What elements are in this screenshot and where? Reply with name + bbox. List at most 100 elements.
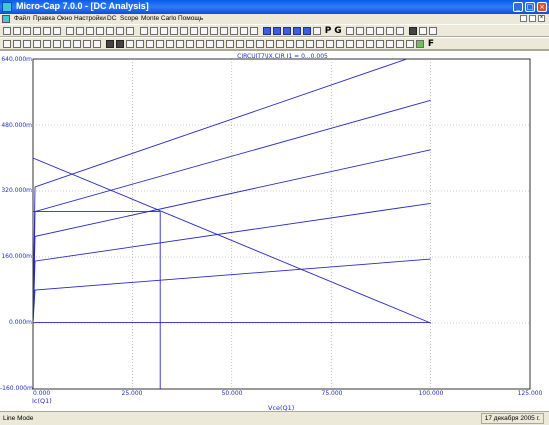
rectangle-icon[interactable] [156,40,164,48]
menu-file[interactable]: Файл [14,15,30,22]
top-icon[interactable] [326,40,334,48]
rotate-icon[interactable] [150,27,158,35]
minor-grid-icon[interactable] [176,40,184,48]
arrow-right-icon[interactable] [230,27,238,35]
stop-icon[interactable] [116,40,124,48]
peak-icon[interactable] [236,40,244,48]
window-horizontal-icon[interactable] [293,27,301,35]
zoom-fit-icon[interactable] [210,27,218,35]
text-tag-icon[interactable] [93,40,101,48]
inductor-icon[interactable] [376,27,384,35]
grid-toggle-icon[interactable] [166,40,174,48]
zoom-out-icon[interactable] [406,40,414,48]
mdi-restore-icon[interactable] [529,15,536,22]
global-high-icon[interactable] [286,40,294,48]
capacitor-icon[interactable] [366,27,374,35]
plot-area[interactable]: CIRCUIT7\IX.CIR I1 = 0...0.005 640.000m … [0,50,549,412]
close-button[interactable]: × [537,2,547,12]
run-icon[interactable] [106,40,114,48]
bottom-icon[interactable] [316,40,324,48]
slope-icon[interactable] [306,40,314,48]
window-cascade-icon[interactable] [273,27,281,35]
pan-icon[interactable] [43,40,51,48]
rise-icon[interactable] [336,40,344,48]
tokens-icon[interactable] [196,40,204,48]
menu-settings[interactable]: Настройки [74,15,106,22]
resistor-icon[interactable] [356,27,364,35]
new-icon[interactable] [3,27,11,35]
flip-y-icon[interactable] [170,27,178,35]
save-all-icon[interactable] [33,27,41,35]
transistor-icon[interactable] [396,27,404,35]
menu-scope[interactable]: Scope [120,15,138,22]
line-icon[interactable] [136,40,144,48]
valley-icon[interactable] [246,40,254,48]
find-icon[interactable] [126,27,134,35]
zoom-in-icon[interactable] [396,40,404,48]
p-button[interactable]: P [324,27,332,36]
fall-icon[interactable] [346,40,354,48]
mdi-minimize-icon[interactable] [520,15,527,22]
select-all-icon[interactable] [140,27,148,35]
mirror-icon[interactable] [180,27,188,35]
scale-icon[interactable] [33,40,41,48]
dc-analysis-plot[interactable] [0,51,549,412]
open-icon[interactable] [13,27,21,35]
cursor-left-icon[interactable] [216,40,224,48]
window-vertical-icon[interactable] [303,27,311,35]
graph-icon[interactable] [23,40,31,48]
preview-icon[interactable] [53,27,61,35]
chart-icon[interactable] [429,27,437,35]
delete-icon[interactable] [116,27,124,35]
cursor-right-icon[interactable] [226,40,234,48]
window-split-icon[interactable] [283,27,291,35]
step-text-icon[interactable] [200,27,208,35]
table-icon[interactable] [419,27,427,35]
component-icon[interactable] [346,27,354,35]
menu-window[interactable]: Окно [57,15,72,22]
copy-icon[interactable] [96,27,104,35]
arrow-left-icon[interactable] [220,27,228,35]
g-button[interactable]: G [334,27,342,36]
low-icon[interactable] [266,40,274,48]
paste-icon[interactable] [106,27,114,35]
scale-fit-icon[interactable] [386,40,394,48]
horizontal-tag-icon[interactable] [73,40,81,48]
select-arrow-icon[interactable] [3,40,11,48]
axis-icon[interactable] [186,40,194,48]
go-to-branch-icon[interactable] [376,40,384,48]
diode-icon[interactable] [386,27,394,35]
text-cursor-icon[interactable] [13,40,21,48]
global-low-icon[interactable] [296,40,304,48]
go-to-y-icon[interactable] [366,40,374,48]
diagonal-line-icon[interactable] [146,40,154,48]
maximize-button[interactable]: □ [525,2,535,12]
menu-help[interactable]: Помощь [178,15,203,22]
mdi-close-icon[interactable]: × [538,15,545,22]
go-to-x-icon[interactable] [356,40,364,48]
menu-dc[interactable]: DC [107,15,116,22]
document-icon[interactable] [2,15,10,23]
window-tile-icon[interactable] [263,27,271,35]
undo-icon[interactable] [66,27,74,35]
save-icon[interactable] [23,27,31,35]
arrow-down-icon[interactable] [250,27,258,35]
arrow-up-icon[interactable] [240,27,248,35]
redo-icon[interactable] [76,27,84,35]
inflection-icon[interactable] [276,40,284,48]
step-box-icon[interactable] [190,27,198,35]
cut-icon[interactable] [86,27,94,35]
menu-monte-carlo[interactable]: Monte Carlo [141,15,176,22]
grid-icon[interactable] [313,27,321,35]
flip-x-icon[interactable] [160,27,168,35]
app-icon[interactable] [2,2,12,12]
pause-icon[interactable] [126,40,134,48]
zoom-box-icon[interactable] [53,40,61,48]
refresh-icon[interactable] [416,40,424,48]
point-tag-icon[interactable] [63,40,71,48]
print-icon[interactable] [43,27,51,35]
vertical-tag-icon[interactable] [83,40,91,48]
high-icon[interactable] [256,40,264,48]
calculator-icon[interactable] [409,27,417,35]
f-button[interactable]: F [427,40,435,49]
